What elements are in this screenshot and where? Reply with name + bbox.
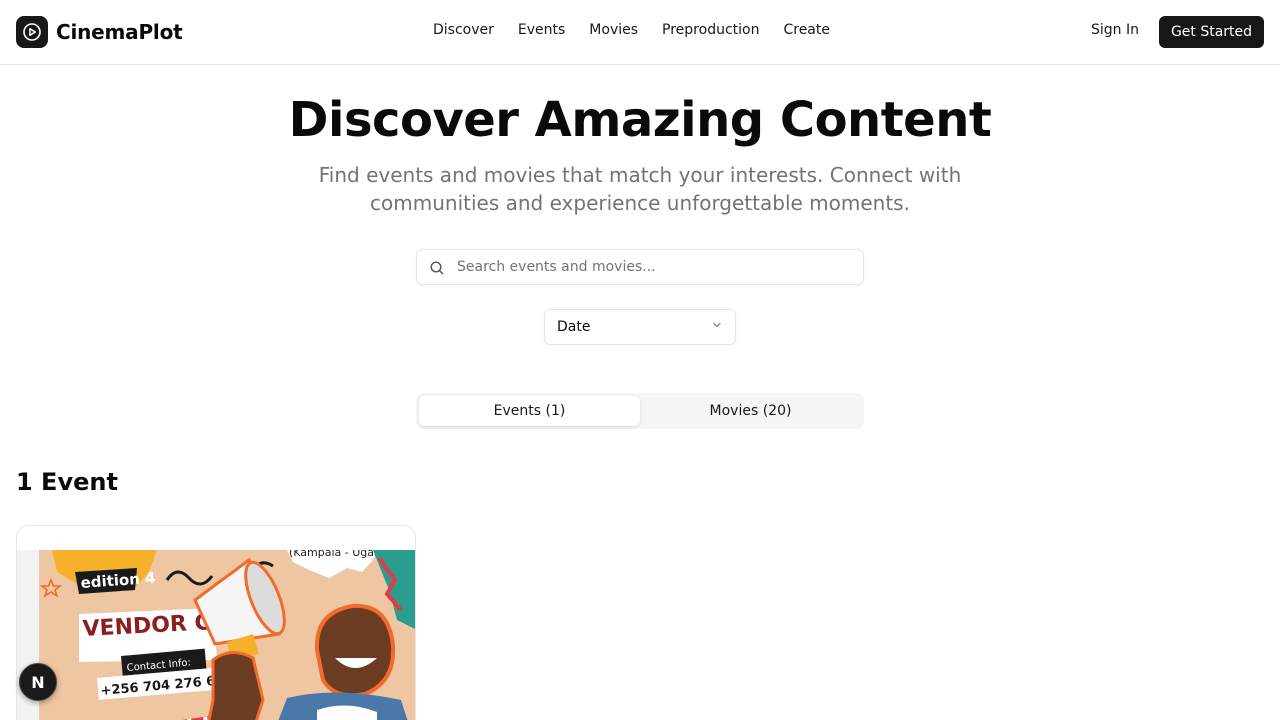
- chevron-down-icon: [711, 319, 723, 335]
- search-icon: [429, 260, 445, 276]
- nav-link-events[interactable]: Events: [518, 22, 565, 38]
- event-card[interactable]: (Kampala - Uganda) edition 4 VENDOR CALL…: [16, 525, 416, 720]
- tab-movies[interactable]: Movies (20): [640, 396, 861, 426]
- page-subtitle: Find events and movies that match your i…: [318, 163, 962, 215]
- main-nav: Discover Events Movies Preproduction Cre…: [433, 22, 830, 38]
- content-tabs: Events (1) Movies (20): [416, 393, 864, 429]
- tab-events[interactable]: Events (1): [419, 396, 640, 426]
- sign-in-link[interactable]: Sign In: [1091, 22, 1139, 38]
- nav-link-preproduction[interactable]: Preproduction: [662, 22, 759, 38]
- sort-select[interactable]: Date: [544, 309, 736, 345]
- sort-select-value: Date: [557, 319, 591, 335]
- page-title: Discover Amazing Content: [288, 92, 992, 148]
- search-box[interactable]: [416, 249, 864, 285]
- nav-link-create[interactable]: Create: [783, 22, 830, 38]
- play-icon: [16, 16, 48, 48]
- brand[interactable]: CinemaPlot: [16, 16, 183, 48]
- nav-link-movies[interactable]: Movies: [589, 22, 638, 38]
- get-started-button[interactable]: Get Started: [1159, 16, 1264, 48]
- nav-link-discover[interactable]: Discover: [433, 22, 494, 38]
- devtools-badge[interactable]: N: [19, 663, 57, 701]
- top-navigation-bar: CinemaPlot Discover Events Movies Prepro…: [0, 0, 1280, 65]
- search-input[interactable]: [457, 250, 852, 284]
- event-poster-image: (Kampala - Uganda) edition 4 VENDOR CALL…: [17, 550, 415, 720]
- results-heading: 1 Event: [16, 468, 118, 496]
- brand-name: CinemaPlot: [56, 20, 183, 44]
